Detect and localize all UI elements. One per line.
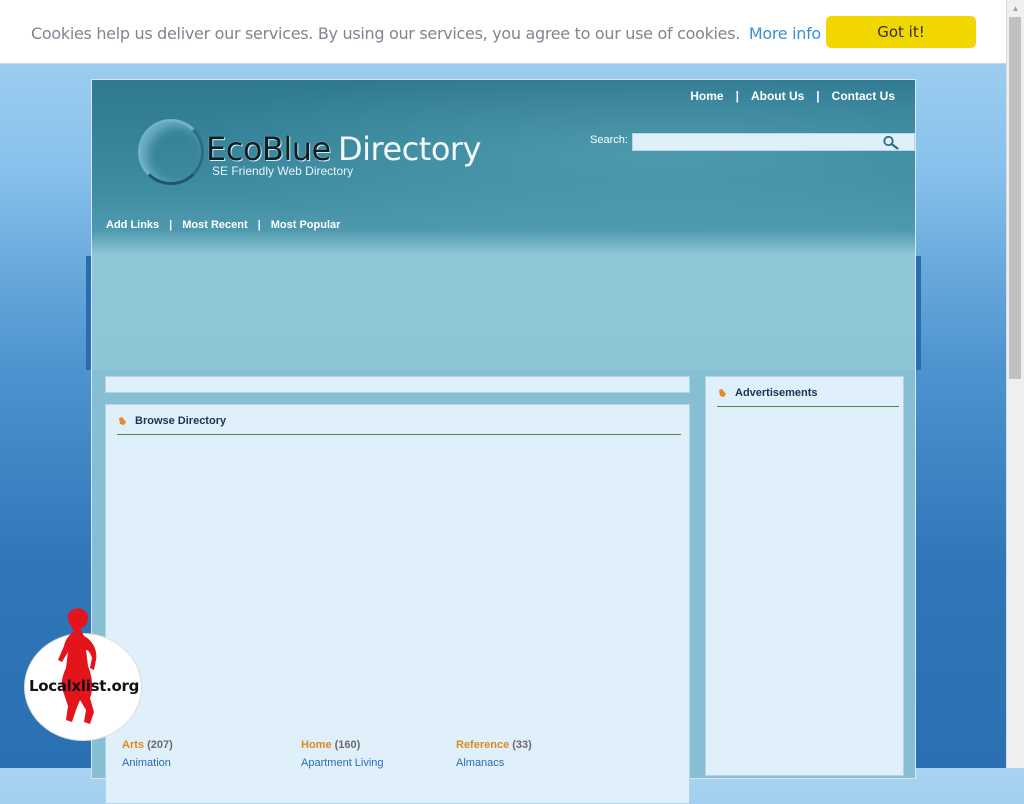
ads-header: Advertisements [717, 387, 818, 399]
nav-separator: | [816, 89, 820, 103]
search-label: Search: [590, 134, 628, 146]
subcategory-link[interactable]: Apartment Living [301, 757, 384, 769]
browse-title: Browse Directory [135, 415, 227, 427]
bullet-arrow-icon [719, 388, 726, 397]
breadcrumb-panel [105, 376, 690, 393]
nav-separator: | [169, 219, 173, 231]
subcategory-link[interactable]: Animation [122, 757, 173, 769]
ads-divider [717, 406, 899, 407]
nav-separator: | [735, 89, 739, 103]
sub-nav: Add Links | Most Recent | Most Popular [106, 219, 340, 231]
browse-directory-panel: Browse Directory [105, 404, 690, 804]
nav-most-recent[interactable]: Most Recent [182, 219, 247, 231]
category-arts: Arts (207) Animation [122, 739, 173, 769]
cookie-more-info-link[interactable]: More info [749, 24, 821, 43]
directory-container: Home | About Us | Contact Us EcoBlue Directo… [91, 79, 916, 804]
category-count: (207) [147, 739, 173, 751]
scrollbar-thumb[interactable] [1009, 17, 1021, 379]
advertisements-panel: Advertisements [705, 376, 904, 776]
cookie-bar: Cookies help us deliver our services. By… [0, 0, 1006, 64]
search-icon[interactable] [882, 135, 900, 150]
watermark-figure-icon [58, 608, 97, 724]
scroll-up-arrow-icon[interactable]: ▲ [1007, 0, 1024, 17]
category-title[interactable]: Reference [456, 739, 509, 751]
category-title[interactable]: Home [301, 739, 332, 751]
browse-divider [117, 434, 681, 435]
nav-contact-link[interactable]: Contact Us [832, 89, 895, 103]
nav-home-link[interactable]: Home [690, 89, 723, 103]
nav-add-links[interactable]: Add Links [106, 219, 159, 231]
search-input[interactable] [632, 133, 915, 151]
logo-directory-text[interactable]: Directory [338, 130, 481, 168]
category-home: Home (160) Apartment Living [301, 739, 384, 769]
nav-about-link[interactable]: About Us [751, 89, 804, 103]
vertical-scrollbar[interactable]: ▲ [1006, 0, 1024, 768]
logo-ring-icon [138, 119, 204, 185]
category-count: (33) [512, 739, 532, 751]
cookie-accept-button[interactable]: Got it! [826, 16, 976, 48]
cookie-message: Cookies help us deliver our services. By… [31, 24, 821, 43]
watermark-text: Localxlist.org [29, 677, 140, 695]
cookie-message-text: Cookies help us deliver our services. By… [31, 24, 741, 43]
bullet-arrow-icon [119, 416, 126, 425]
top-nav: Home | About Us | Contact Us [690, 89, 895, 103]
category-title[interactable]: Arts [122, 739, 144, 751]
browse-header: Browse Directory [117, 415, 226, 427]
logo-eco-text[interactable]: EcoBlue [206, 130, 331, 168]
category-reference: Reference (33) Almanacs [456, 739, 532, 769]
nav-most-popular[interactable]: Most Popular [271, 219, 341, 231]
logo-tagline: SE Friendly Web Directory [212, 164, 354, 178]
ads-title: Advertisements [735, 387, 818, 399]
subcategory-link[interactable]: Almanacs [456, 757, 532, 769]
nav-separator: | [257, 219, 261, 231]
category-count: (160) [334, 739, 361, 751]
